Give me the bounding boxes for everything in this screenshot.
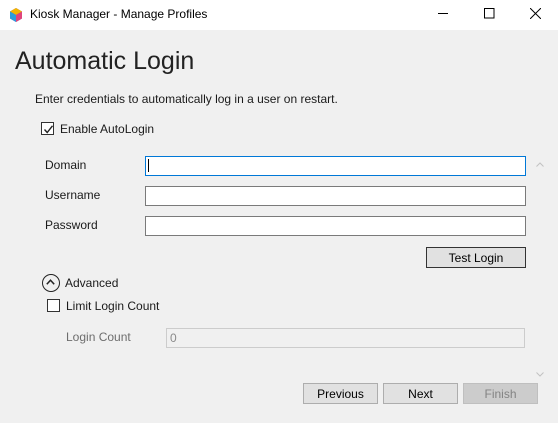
maximize-button[interactable] xyxy=(466,0,512,30)
text-caret xyxy=(148,159,149,172)
scroll-down-icon[interactable] xyxy=(536,366,544,380)
advanced-toggle-label[interactable]: Advanced xyxy=(65,276,118,290)
domain-label: Domain xyxy=(45,158,87,172)
login-count-label: Login Count xyxy=(66,330,131,344)
limit-login-count-checkbox[interactable] xyxy=(47,299,60,312)
title-bar: Kiosk Manager - Manage Profiles xyxy=(0,0,558,30)
previous-button[interactable]: Previous xyxy=(303,383,378,404)
test-login-button[interactable]: Test Login xyxy=(426,247,526,268)
scrollbar[interactable] xyxy=(533,152,547,377)
scroll-up-icon[interactable] xyxy=(536,156,544,170)
username-label: Username xyxy=(45,188,101,202)
minimize-button[interactable] xyxy=(420,0,466,30)
enable-autologin-checkbox[interactable] xyxy=(41,122,54,135)
enable-autologin-label[interactable]: Enable AutoLogin xyxy=(60,122,154,136)
next-button[interactable]: Next xyxy=(383,383,458,404)
checkmark-icon xyxy=(43,125,54,134)
minimize-icon xyxy=(437,8,449,22)
close-button[interactable] xyxy=(512,0,558,30)
close-icon xyxy=(529,7,541,22)
instructions-text: Enter credentials to automatically log i… xyxy=(35,92,338,106)
page-title: Automatic Login xyxy=(15,47,195,75)
limit-login-count-label[interactable]: Limit Login Count xyxy=(66,299,159,313)
collapse-advanced-icon[interactable] xyxy=(42,274,60,292)
kiosk-manager-icon xyxy=(8,7,24,23)
window-title: Kiosk Manager - Manage Profiles xyxy=(30,7,208,21)
finish-button: Finish xyxy=(463,383,538,404)
domain-field[interactable] xyxy=(145,156,526,176)
password-field[interactable] xyxy=(145,216,526,236)
username-field[interactable] xyxy=(145,186,526,206)
login-count-field xyxy=(166,328,525,348)
password-label: Password xyxy=(45,218,98,232)
maximize-icon xyxy=(483,8,495,22)
